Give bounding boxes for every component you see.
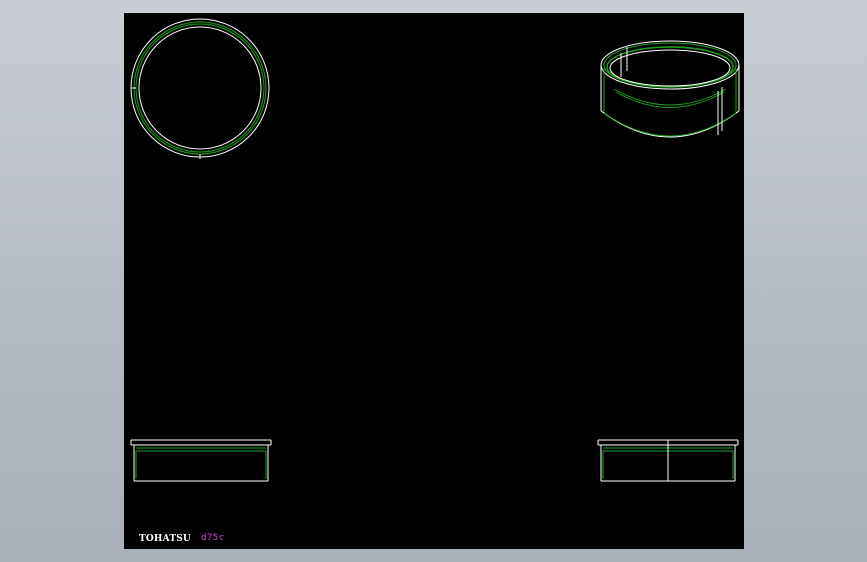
cad-drawing	[130, 18, 740, 482]
front-view[interactable]	[130, 439, 272, 482]
side-view[interactable]	[597, 439, 739, 482]
isometric-view[interactable]	[600, 40, 740, 138]
company-logo-text: TOHATSU	[139, 534, 191, 544]
drawing-viewport[interactable]: TOHATSU d75c	[124, 13, 744, 549]
part-code-label: d75c	[201, 533, 225, 543]
top-view[interactable]	[130, 18, 270, 159]
